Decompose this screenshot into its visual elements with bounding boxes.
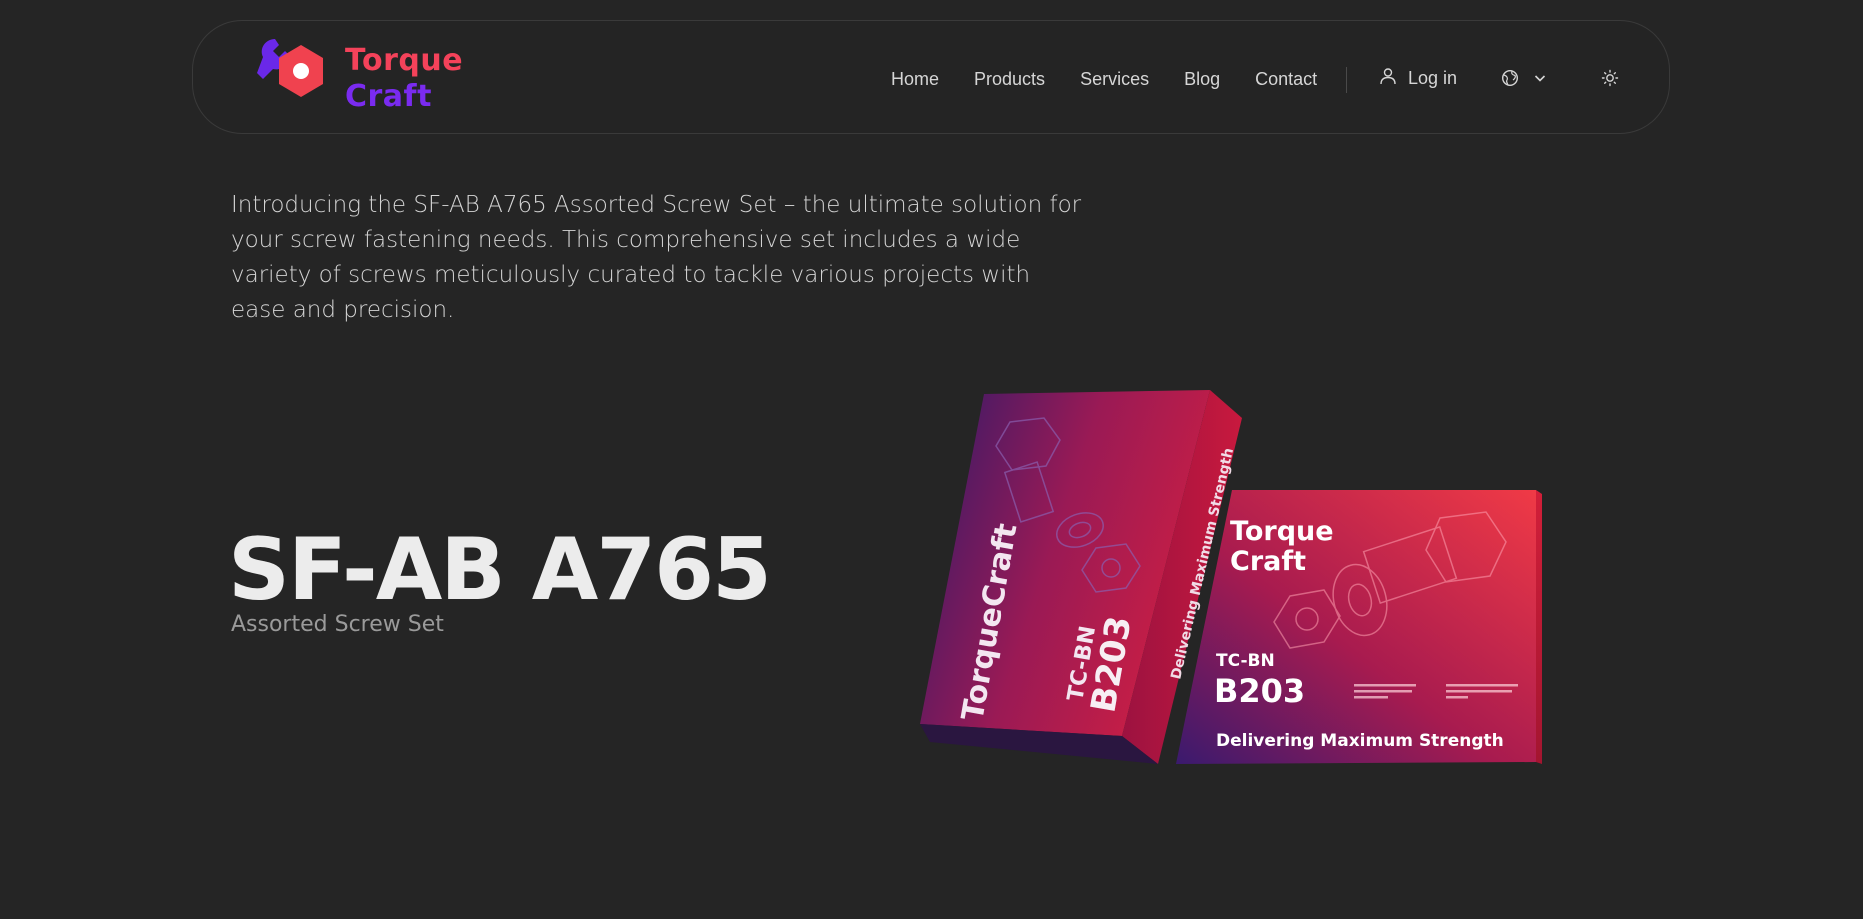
- front-box-tagline: Delivering Maximum Strength: [1216, 731, 1504, 751]
- page: Torque Craft Home Products Services Blog…: [0, 0, 1863, 919]
- nav-home-link[interactable]: Home: [891, 67, 939, 90]
- theme-toggle[interactable]: [1601, 21, 1619, 135]
- brand-wordmark: Torque Craft: [345, 43, 463, 115]
- product-subtitle: Assorted Screw Set: [231, 612, 444, 637]
- brand-line2: Craft: [345, 79, 432, 114]
- nav-contact-link[interactable]: Contact: [1255, 67, 1317, 90]
- product-boxes-image: TorqueCraft TC-BN B203 Delivering Maximu…: [920, 390, 1542, 764]
- sun-icon: [1601, 69, 1619, 87]
- brand-logo[interactable]: Torque Craft: [249, 29, 489, 125]
- globe-icon: [1501, 69, 1519, 87]
- front-box-side: [1536, 490, 1542, 764]
- nav-blog-link[interactable]: Blog: [1184, 67, 1220, 90]
- login-label: Log in: [1408, 67, 1458, 88]
- user-icon: [1380, 68, 1396, 85]
- nav-divider: [1346, 67, 1347, 93]
- front-box-brand-line1: Torque: [1230, 516, 1334, 547]
- wrench-hex-logo-icon: [257, 39, 323, 97]
- product-title: SF-AB A765: [228, 520, 772, 620]
- nav-products-link[interactable]: Products: [974, 67, 1045, 90]
- nav-services-link[interactable]: Services: [1080, 67, 1149, 90]
- front-box-model-code: B203: [1214, 672, 1305, 710]
- front-box-model-prefix: TC-BN: [1216, 651, 1275, 671]
- login-button[interactable]: Log in: [1379, 21, 1457, 135]
- brand-line1: Torque: [345, 43, 464, 78]
- main-nav: Home Products Services Blog Contact: [891, 21, 1352, 135]
- language-selector[interactable]: [1501, 21, 1547, 135]
- front-box-brand-line2: Craft: [1230, 546, 1306, 577]
- navbar: Torque Craft Home Products Services Blog…: [192, 20, 1670, 134]
- intro-paragraph: Introducing the SF-AB A765 Assorted Scre…: [231, 192, 1082, 323]
- chevron-down-icon: [1534, 75, 1546, 82]
